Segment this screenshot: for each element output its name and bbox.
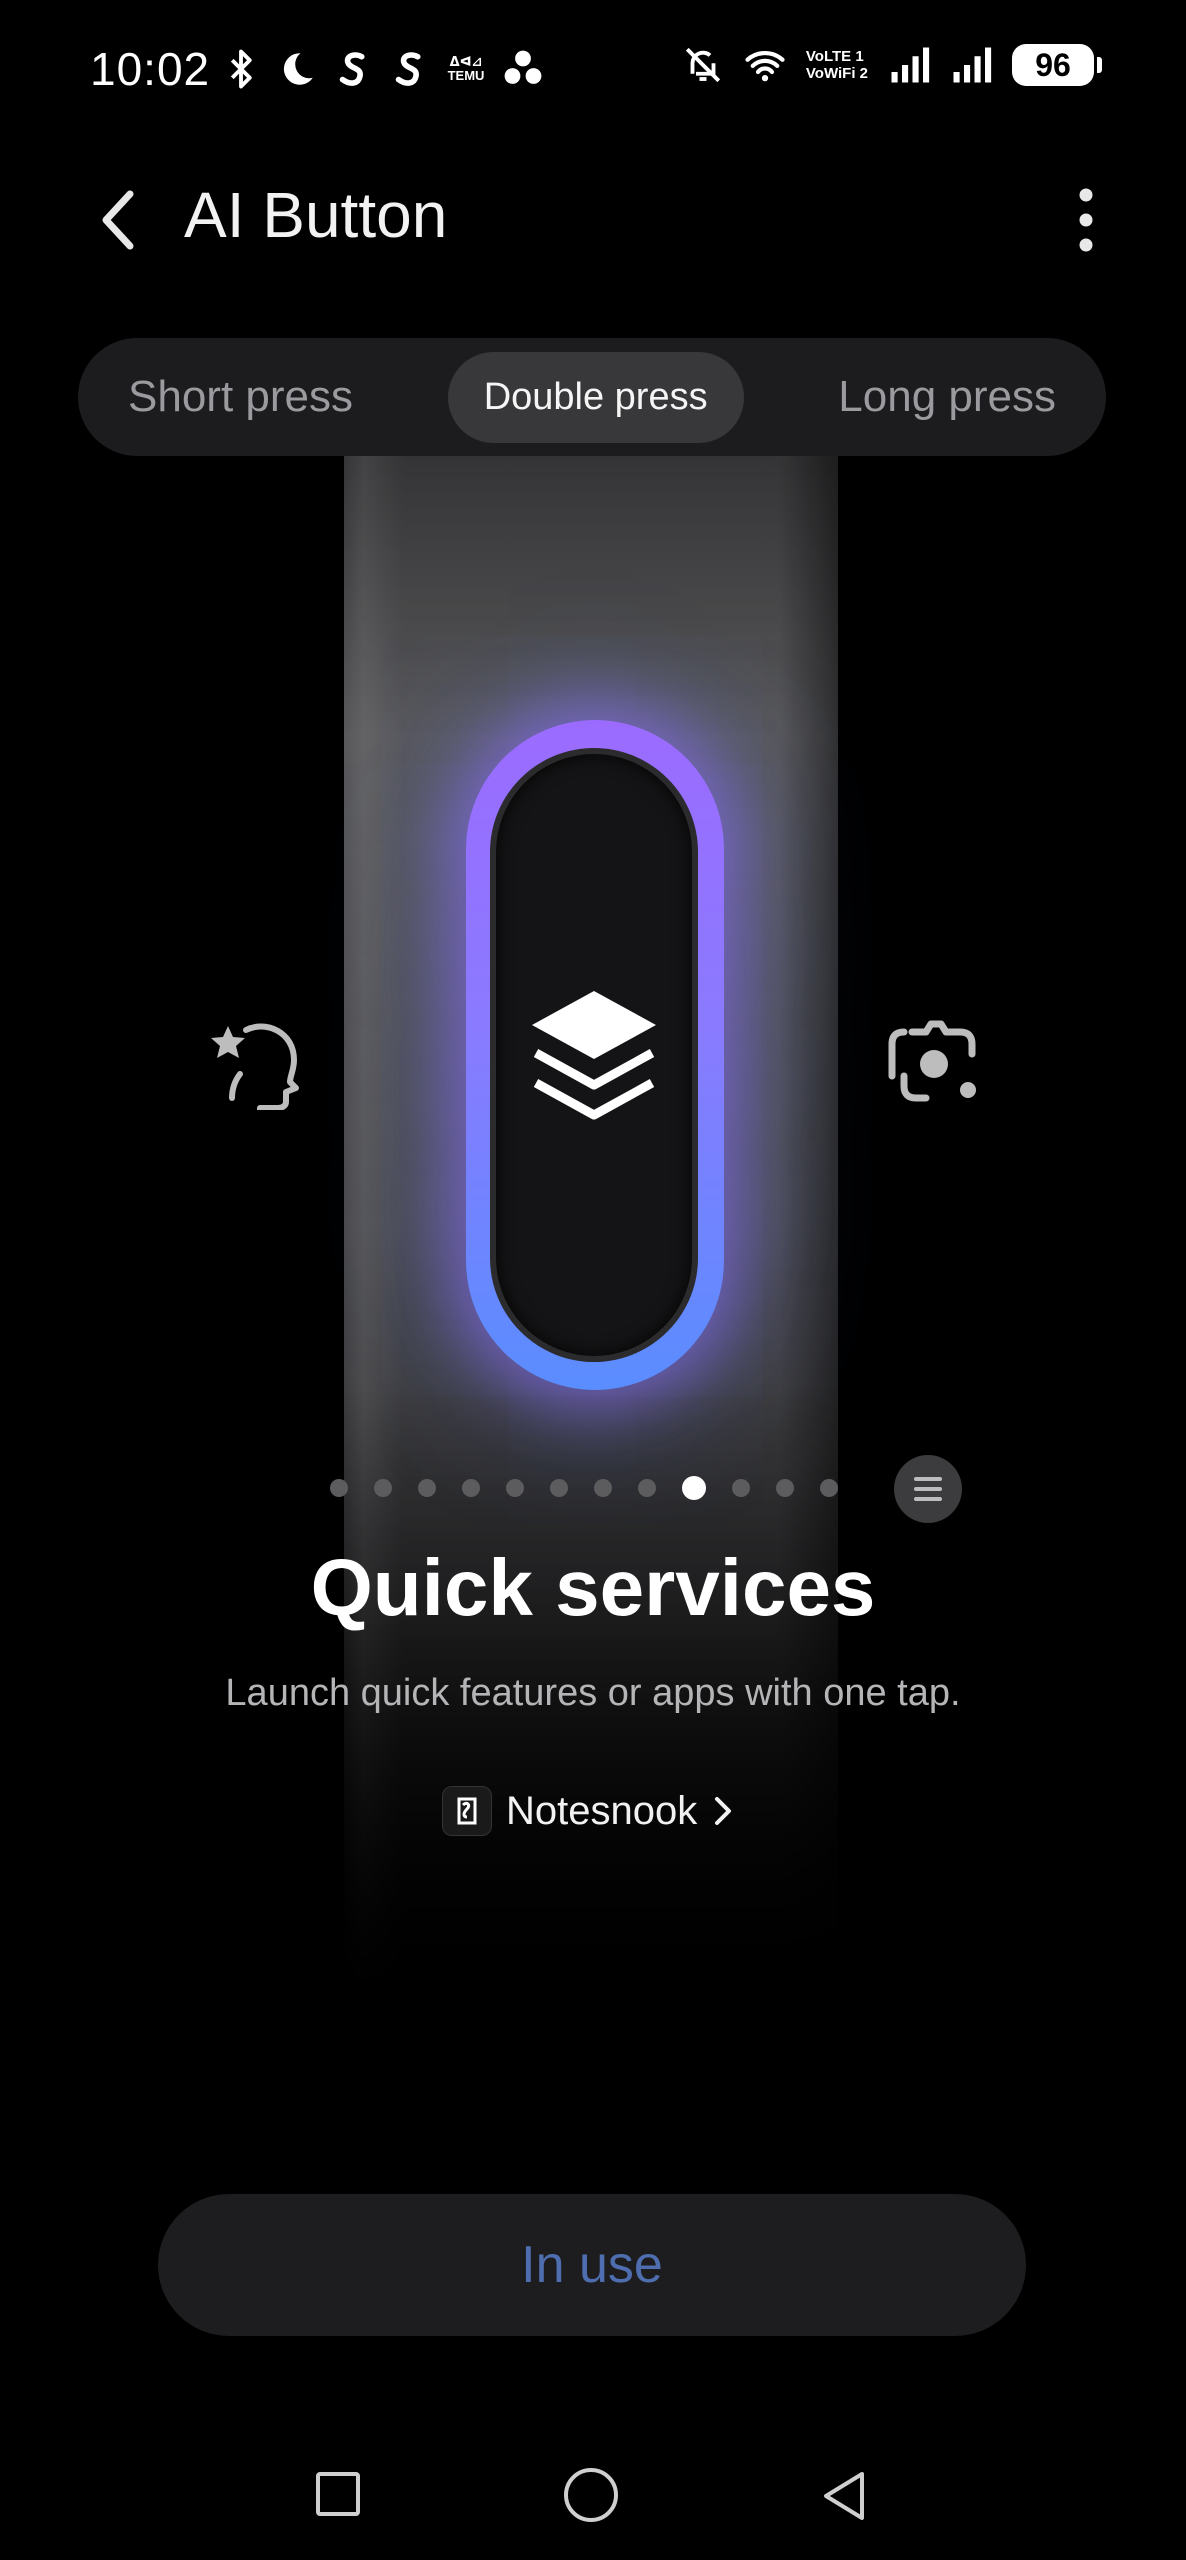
- moon-icon: [283, 53, 313, 85]
- bell-off-icon: [685, 47, 721, 83]
- more-options-button[interactable]: [1060, 180, 1112, 260]
- status-left-icons: ᐃᐊ⊿ TEMU: [220, 48, 544, 90]
- all-features-button[interactable]: [894, 1455, 962, 1523]
- nav-home-button[interactable]: [564, 2468, 618, 2522]
- in-use-label: In use: [521, 2236, 663, 2294]
- nav-recents-button[interactable]: [316, 2472, 360, 2516]
- pager-dot[interactable]: [594, 1479, 612, 1497]
- pager-dot[interactable]: [638, 1479, 656, 1497]
- s-app-icon: [339, 52, 365, 86]
- dots-app-icon: [504, 50, 542, 84]
- pager-dot[interactable]: [462, 1479, 480, 1497]
- bluetooth-icon: [230, 49, 252, 89]
- in-use-button[interactable]: In use: [158, 2194, 1026, 2336]
- volte-icon: VoLTE 1 VoWiFi 2: [806, 48, 868, 82]
- tab-double-press[interactable]: Double press: [447, 351, 744, 443]
- signal-icon: [953, 47, 992, 83]
- ai-button-illustration: [490, 748, 698, 1362]
- layers-icon: [532, 991, 656, 1120]
- status-right-icons: VoLTE 1 VoWiFi 2 96: [682, 44, 1102, 86]
- list-icon: [914, 1477, 942, 1501]
- pager-dot[interactable]: [550, 1479, 568, 1497]
- ai-head-icon[interactable]: [206, 1010, 306, 1110]
- pager-dot[interactable]: [506, 1479, 524, 1497]
- carousel-pager: [330, 1468, 838, 1508]
- pager-dot[interactable]: [682, 1476, 706, 1500]
- press-type-tabs: Short press Double press Long press: [78, 338, 1106, 456]
- pager-dot[interactable]: [418, 1479, 436, 1497]
- vowifi-label: VoWiFi 2: [805, 65, 868, 82]
- camera-scan-icon[interactable]: [884, 1010, 988, 1114]
- tab-long-press[interactable]: Long press: [804, 352, 1090, 442]
- feature-title: Quick services: [310, 1543, 876, 1632]
- pager-dot[interactable]: [776, 1479, 794, 1497]
- pager-dot[interactable]: [732, 1479, 750, 1497]
- tab-short-press[interactable]: Short press: [94, 352, 387, 442]
- signal-icon: [891, 47, 930, 83]
- back-button[interactable]: [86, 180, 150, 260]
- s-app-icon: [395, 52, 421, 86]
- wifi-icon: [745, 51, 785, 82]
- pager-dot[interactable]: [820, 1479, 838, 1497]
- selected-app-link[interactable]: Notesnook: [442, 1786, 735, 1836]
- page-title: AI Button: [184, 179, 448, 251]
- battery-indicator: 96: [1012, 44, 1102, 86]
- feature-description: Launch quick features or apps with one t…: [225, 1672, 961, 1714]
- volte-label: VoLTE 1: [805, 48, 864, 65]
- pager-dot[interactable]: [330, 1479, 348, 1497]
- more-vertical-icon: [1079, 188, 1093, 252]
- notesnook-app-icon: [442, 1786, 492, 1836]
- pager-dot[interactable]: [374, 1479, 392, 1497]
- chevron-left-icon: [102, 190, 134, 250]
- status-bar: 10:02 ᐃᐊ⊿ TEMU VoLTE 1 VoWiFi 2 96: [0, 0, 1186, 150]
- status-time: 10:02: [90, 43, 211, 95]
- app-name: Notesnook: [506, 1788, 698, 1833]
- nav-back-button[interactable]: [820, 2470, 870, 2522]
- temu-icon: ᐃᐊ⊿ TEMU: [447, 54, 485, 83]
- chevron-right-icon: [715, 1797, 732, 1825]
